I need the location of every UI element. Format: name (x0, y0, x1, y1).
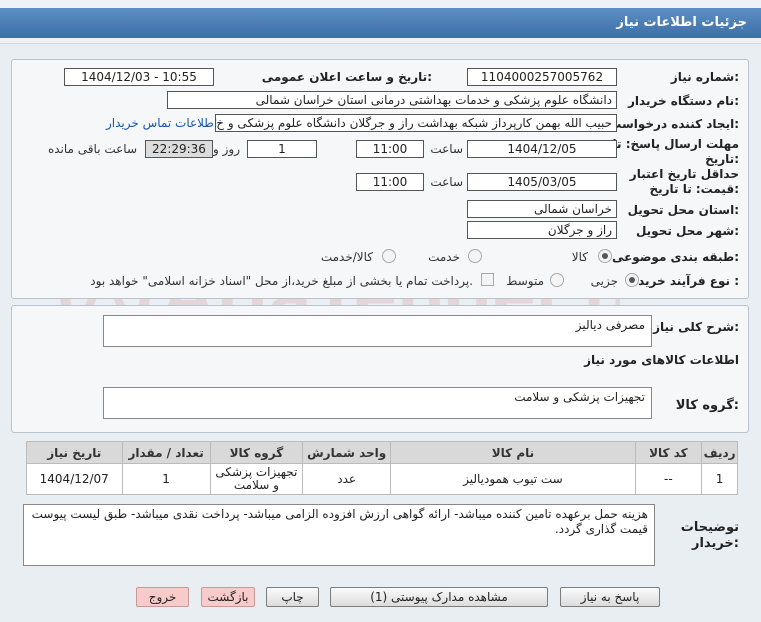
goods-group-label: گروه کالا: (675, 398, 739, 413)
page-title: جزئیات اطلاعات نیاز (616, 15, 747, 30)
deadline-label-line1: مهلت ارسال پاسخ: تا (612, 137, 740, 151)
back-button[interactable]: بازگشت (201, 587, 255, 607)
process-type-label: نوع فرآیند خرید : (638, 274, 739, 288)
need-number-field: 1104000257005762 (467, 68, 617, 86)
category-option-service: خدمت (428, 250, 460, 264)
cell-unit: عدد (302, 463, 392, 495)
days-remaining-field: 1 (247, 140, 317, 158)
cell-quantity: 1 (121, 463, 211, 495)
validity-date-field: 1405/03/05 (467, 173, 617, 191)
category-option-goods: کالا (571, 250, 588, 264)
reply-to-need-button[interactable]: پاسخ به نیاز (560, 587, 660, 607)
creator-label: ایجاد کننده درخواست: (609, 117, 739, 131)
category-option-goods-service: کالا/خدمت (320, 250, 373, 264)
buyer-field: دانشگاه علوم پزشکی و خدمات بهداشتی درمان… (167, 91, 617, 109)
category-label: طبقه بندی موضوعی: (611, 250, 739, 264)
col-header-unit: واحد شمارش (302, 441, 392, 464)
province-label: استان محل تحویل: (627, 203, 739, 217)
col-header-quantity: تعداد / مقدار (121, 441, 211, 464)
table-row: 1 -- ست تیوب همودیالیز عدد تجهیزات پزشکی… (26, 463, 738, 495)
buyer-notes-field: هزینه حمل برعهده تامین کننده میباشد- ارا… (23, 504, 655, 566)
city-field: راز و جرگلان (467, 221, 617, 239)
city-label: شهر محل تحویل: (635, 224, 739, 238)
col-header-group: گروه کالا (209, 441, 304, 464)
goods-info-title: اطلاعات کالاهای مورد نیاز (584, 353, 739, 367)
table-header-row: ردیف کد کالا نام کالا واحد شمارش گروه کا… (26, 441, 738, 464)
validity-label-line2: قیمت: تا تاریخ: (649, 182, 739, 196)
buyer-label: نام دستگاه خریدار: (628, 94, 739, 108)
deadline-date-field: 1404/12/05 (467, 140, 617, 158)
need-number-label: شماره نیاز: (670, 70, 739, 84)
treasury-payment-note: پرداخت تمام یا بخشی از مبلغ خرید،از محل … (90, 274, 473, 288)
deadline-time-label: ساعت (430, 142, 463, 156)
announce-date-field: 1404/12/03 - 10:55 (64, 68, 214, 86)
deadline-time-field: 11:00 (356, 140, 424, 158)
summary-label: شرح کلی نیاز: (653, 320, 739, 334)
category-radio-goods[interactable] (598, 249, 612, 263)
days-label: روز و (213, 142, 240, 156)
cell-code: -- (634, 463, 703, 495)
process-option-medium: متوسط (506, 274, 544, 288)
goods-table: ردیف کد کالا نام کالا واحد شمارش گروه کا… (26, 441, 738, 495)
remaining-time-label: ساعت باقی مانده (47, 142, 137, 156)
cell-row: 1 (701, 463, 738, 495)
validity-label-line1: حداقل تاریخ اعتبار (629, 167, 739, 181)
print-button[interactable]: چاپ (266, 587, 319, 607)
col-header-row: ردیف (701, 441, 738, 464)
announce-date-label: تاریخ و ساعت اعلان عمومی: (261, 70, 432, 84)
exit-button[interactable]: خروج (136, 587, 189, 607)
col-header-date: تاریخ نیاز (26, 441, 123, 464)
treasury-payment-checkbox[interactable] (481, 273, 494, 286)
buyer-contact-link[interactable]: اطلاعات تماس خریدار (106, 116, 217, 130)
process-option-minor: جزیی (590, 274, 618, 288)
buyer-notes-label-line2: خریدار: (692, 536, 739, 551)
province-field: خراسان شمالی (467, 200, 617, 218)
creator-field: حبیب الله بهمن کارپرداز شبکه بهداشت راز … (215, 114, 617, 132)
col-header-code: کد کالا (634, 441, 703, 464)
cell-date: 1404/12/07 (26, 463, 123, 495)
deadline-label-line2: تاریخ: (705, 152, 739, 166)
cell-group: تجهیزات پزشکی و سلامت (209, 463, 304, 495)
title-bar: جزئیات اطلاعات نیاز (0, 8, 761, 38)
summary-field: مصرفی دیالیز (103, 315, 652, 347)
category-radio-service[interactable] (468, 249, 482, 263)
remaining-time-field: 22:29:36 (145, 140, 213, 158)
buyer-notes-label-line1: توضیحات (680, 520, 739, 535)
process-radio-minor[interactable] (625, 273, 639, 287)
process-radio-medium[interactable] (550, 273, 564, 287)
validity-time-label: ساعت (430, 175, 463, 189)
view-attachments-button[interactable]: مشاهده مدارک پیوستی (1) (330, 587, 548, 607)
cell-name: ست تیوب همودیالیز (390, 463, 636, 495)
goods-group-field: تجهیزات پزشکی و سلامت (103, 387, 652, 419)
validity-time-field: 11:00 (356, 173, 424, 191)
category-radio-goods-service[interactable] (382, 249, 396, 263)
col-header-name: نام کالا (390, 441, 636, 464)
